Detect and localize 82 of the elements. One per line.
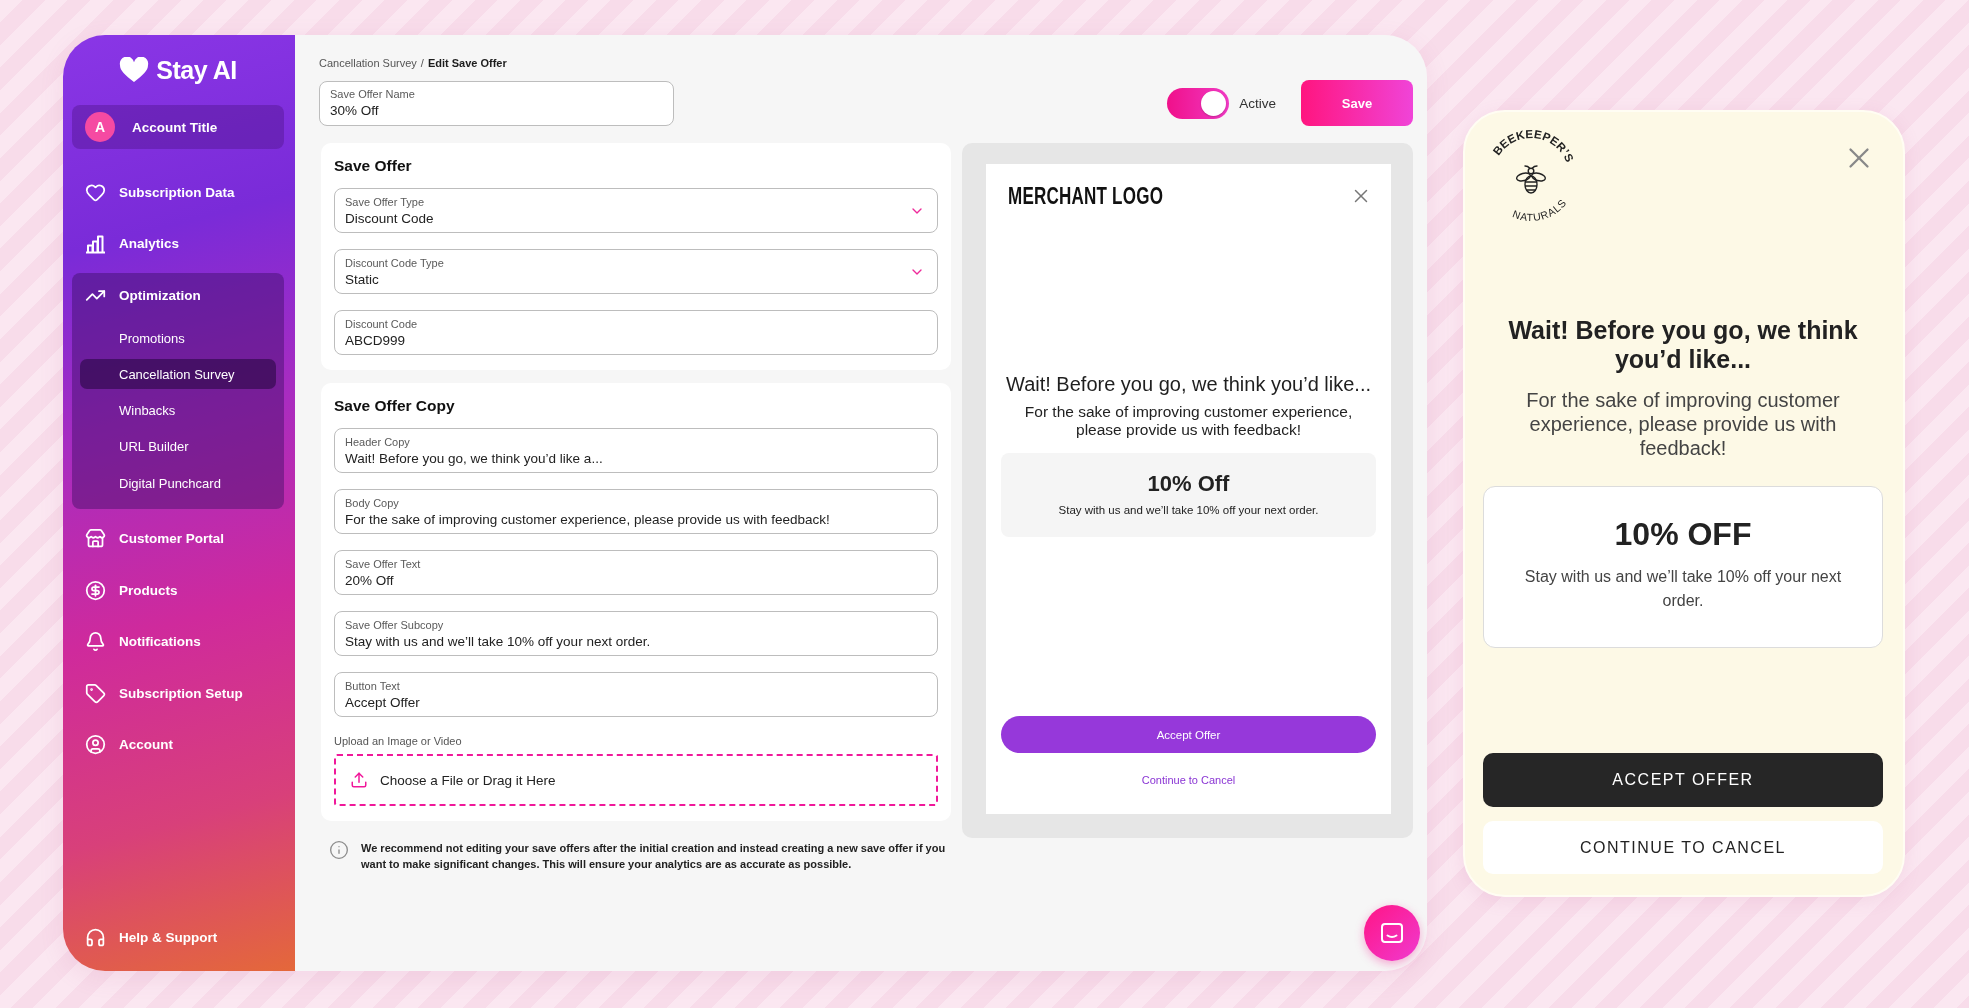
headphones-icon: [85, 926, 106, 948]
field-label: Discount Code Type: [345, 255, 444, 270]
toggle-switch[interactable]: [1167, 87, 1230, 119]
nav-item[interactable]: Optimization: [72, 273, 284, 317]
bell-icon: [85, 631, 106, 653]
section-title: Save Offer: [334, 156, 412, 176]
text-field[interactable]: Save Offer Text 20% Off: [334, 550, 938, 595]
breadcrumb-current: Edit Save Offer: [427, 56, 507, 70]
offer-heading: Wait! Before you go, we think you’d like...: [1507, 316, 1859, 374]
text-field[interactable]: Save Offer Name 30% Off: [319, 80, 674, 126]
accept-offer-button[interactable]: ACCEPT OFFER: [1483, 753, 1883, 807]
account-switcher[interactable]: A Account Title: [72, 105, 284, 149]
nav-subitem[interactable]: Digital Punchcard: [80, 468, 276, 499]
text-field[interactable]: Save Offer Subcopy Stay with us and we’ll take 10% off your next order.: [334, 611, 938, 656]
nav-item[interactable]: Notifications: [72, 619, 284, 664]
offer-body: For the sake of improving customer experience, please provide us with feedback!: [1023, 403, 1354, 439]
breadcrumb-separator: /: [420, 56, 424, 70]
field-label: Header Copy: [345, 434, 410, 449]
offer-title: 10% OFF: [1614, 515, 1752, 553]
tag-icon: [85, 682, 106, 704]
toggle-label: Active: [1239, 95, 1276, 111]
nav-item[interactable]: Customer Portal: [72, 516, 284, 561]
upload-dropzone[interactable]: Choose a File or Drag it Here: [334, 754, 938, 806]
merchant-logo: MERCHANT LOGO: [1008, 184, 1164, 208]
text-field[interactable]: Button Text Accept Offer: [334, 672, 938, 717]
field-value: Discount Code: [345, 209, 434, 227]
nav-item[interactable]: Subscription Data: [72, 170, 284, 214]
field-label: Discount Code: [345, 316, 418, 331]
nav-item[interactable]: Products: [72, 568, 284, 613]
field-label: Save Offer Type: [345, 194, 425, 209]
field-label: Body Copy: [345, 495, 399, 510]
field-value: Wait! Before you go, we think you’d like a...: [345, 449, 603, 467]
dollar-icon: [85, 579, 106, 601]
field-label: Save Offer Text: [345, 556, 421, 571]
bar-chart-icon: [85, 233, 106, 254]
nav-item[interactable]: Analytics: [72, 221, 284, 266]
offer-body: For the sake of improving customer experience, please provide us with feedback!: [1525, 388, 1841, 460]
offer-heading: Wait! Before you go, we think you’d like...: [1006, 372, 1371, 397]
nav-subitem[interactable]: Winbacks: [80, 395, 276, 426]
section-title: Save Offer Copy: [334, 396, 455, 416]
avatar: A: [85, 112, 115, 142]
breadcrumb-link[interactable]: Cancellation Survey: [319, 56, 417, 70]
nav-item[interactable]: Subscription Setup: [72, 671, 284, 716]
field-value: Static: [345, 270, 379, 288]
field-label: Upload an Image or Video: [334, 734, 462, 748]
text-field[interactable]: Discount Code ABCD999: [334, 310, 938, 355]
notice-text: We recommend not editing your save offers after the initial creation and instead creating a new save offer if you want to make significant changes. This will ensure your analytics are as accurate as possible.: [361, 841, 947, 872]
offer-subcopy: Stay with us and we’ll take 10% off your next order.: [1058, 503, 1319, 517]
nav-item[interactable]: Account: [72, 722, 284, 767]
offer-title: 10% Off: [1147, 471, 1230, 497]
field-value: 20% Off: [345, 571, 394, 589]
accept-offer-button[interactable]: Accept Offer: [1001, 716, 1376, 753]
store-icon: [85, 528, 106, 550]
field-label: Save Offer Subcopy: [345, 617, 444, 632]
field-value: Stay with us and we’ll take 10% off your next order.: [345, 632, 651, 650]
field-value: For the sake of improving customer experience, please provide us with feedback!: [345, 510, 830, 528]
field-label: Save Offer Name: [330, 87, 415, 101]
nav-subitem[interactable]: Promotions: [80, 323, 276, 353]
continue-to-cancel-button[interactable]: CONTINUE TO CANCEL: [1483, 821, 1883, 874]
field-value: 30% Off: [330, 102, 379, 119]
bee-icon: [1515, 165, 1547, 194]
field-label: Button Text: [345, 678, 400, 693]
continue-to-cancel-link[interactable]: Continue to Cancel: [1141, 773, 1236, 787]
info-icon: [329, 840, 349, 860]
user-circle-icon: [85, 734, 106, 756]
nav-subitem[interactable]: Cancellation Survey: [80, 359, 276, 390]
select-field[interactable]: Discount Code Type Static: [334, 249, 938, 294]
heart-icon: [119, 57, 150, 83]
field-value: ABCD999: [345, 331, 406, 349]
account-title: Account Title: [132, 119, 218, 135]
nav-subitem[interactable]: URL Builder: [80, 431, 276, 462]
text-field[interactable]: Body Copy For the sake of improving customer experience, please provide us with feedback!: [334, 489, 938, 534]
nav-item[interactable]: Help & Support: [72, 915, 284, 959]
field-value: Accept Offer: [345, 693, 420, 711]
logo-text: BEEKEEPER’S: [1490, 127, 1576, 164]
offer-subcopy: Stay with us and we’ll take 10% off your next order.: [1523, 567, 1843, 611]
chat-icon: [1381, 923, 1403, 943]
select-field[interactable]: Save Offer Type Discount Code: [334, 188, 938, 233]
upload-icon: [350, 771, 368, 789]
brand-name: Stay AI: [156, 57, 237, 83]
text-field[interactable]: Header Copy Wait! Before you go, we think you’d like a...: [334, 428, 938, 473]
save-button[interactable]: Save: [1301, 80, 1413, 126]
